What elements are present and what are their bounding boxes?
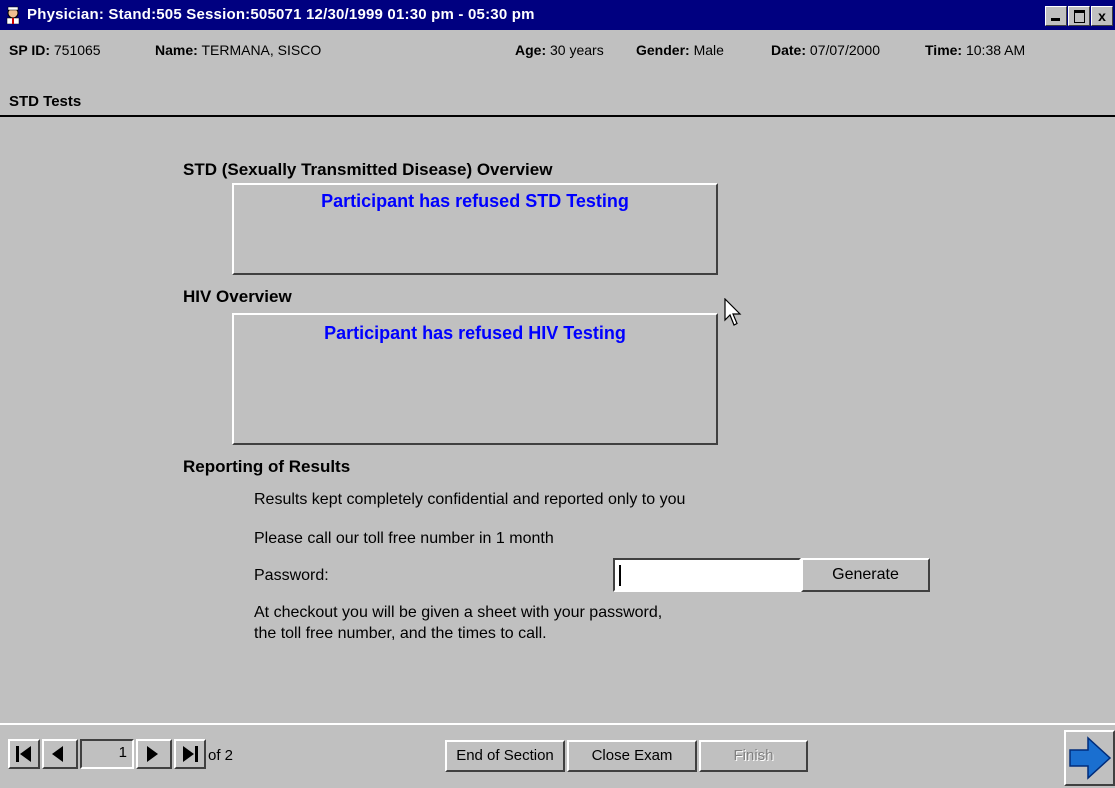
sp-id-value: 751065 bbox=[53, 42, 101, 58]
gender-label: Gender: bbox=[636, 42, 690, 58]
call-instruction-text: Please call our toll free number in 1 mo… bbox=[254, 530, 554, 547]
close-exam-button[interactable]: Close Exam bbox=[567, 740, 697, 772]
finish-button[interactable]: Finish bbox=[699, 740, 808, 772]
close-button[interactable]: x bbox=[1091, 6, 1113, 26]
generate-button[interactable]: Generate bbox=[801, 558, 930, 592]
close-icon: x bbox=[1098, 8, 1106, 24]
confidentiality-text: Results kept completely confidential and… bbox=[254, 491, 686, 508]
page-number-input[interactable]: 1 bbox=[80, 739, 134, 769]
first-page-icon bbox=[16, 746, 31, 762]
maximize-button[interactable] bbox=[1068, 6, 1090, 26]
window-controls: x bbox=[1044, 6, 1113, 26]
date-field: Date: 07/07/2000 bbox=[771, 42, 880, 58]
arrow-right-icon bbox=[1069, 736, 1112, 780]
first-page-button[interactable] bbox=[8, 739, 40, 769]
date-value: 07/07/2000 bbox=[809, 42, 880, 58]
std-overview-box: Participant has refused STD Testing bbox=[232, 183, 718, 275]
sp-id-label: SP ID: bbox=[9, 42, 50, 58]
std-status-message: Participant has refused STD Testing bbox=[321, 191, 629, 211]
page-count-label: of 2 bbox=[208, 747, 234, 764]
divider bbox=[0, 115, 1115, 117]
checkout-note-line2: the toll free number, and the times to c… bbox=[254, 625, 547, 642]
std-overview-heading: STD (Sexually Transmitted Disease) Overv… bbox=[183, 160, 553, 179]
reporting-heading: Reporting of Results bbox=[183, 457, 351, 476]
time-label: Time: bbox=[925, 42, 963, 58]
name-label: Name: bbox=[155, 42, 198, 58]
hiv-status-message: Participant has refused HIV Testing bbox=[324, 323, 626, 343]
sp-id-field: SP ID: 751065 bbox=[9, 42, 101, 58]
age-field: Age: 30 years bbox=[515, 42, 604, 58]
minimize-button[interactable] bbox=[1045, 6, 1067, 26]
title-bar: Physician: Stand:505 Session:505071 12/3… bbox=[0, 0, 1115, 30]
next-section-button[interactable] bbox=[1064, 730, 1115, 786]
time-field: Time: 10:38 AM bbox=[925, 42, 1025, 58]
previous-page-icon bbox=[52, 746, 63, 762]
window-title: Physician: Stand:505 Session:505071 12/3… bbox=[27, 6, 535, 23]
next-page-button[interactable] bbox=[136, 739, 172, 769]
age-value: 30 years bbox=[550, 42, 604, 58]
hiv-overview-box: Participant has refused HIV Testing bbox=[232, 313, 718, 445]
name-value: TERMANA, SISCO bbox=[201, 42, 322, 58]
hiv-overview-heading: HIV Overview bbox=[183, 287, 292, 306]
password-input[interactable] bbox=[613, 558, 801, 592]
mouse-cursor-icon bbox=[724, 298, 742, 326]
previous-page-button[interactable] bbox=[42, 739, 78, 769]
checkout-note-line1: At checkout you will be given a sheet wi… bbox=[254, 604, 663, 621]
end-of-section-button[interactable]: End of Section bbox=[445, 740, 565, 772]
footer-divider bbox=[0, 723, 1115, 725]
section-title: STD Tests bbox=[9, 93, 82, 110]
text-caret bbox=[619, 565, 621, 586]
date-label: Date: bbox=[771, 42, 807, 58]
password-label: Password: bbox=[254, 567, 329, 584]
app-icon bbox=[6, 6, 20, 24]
gender-field: Gender: Male bbox=[636, 42, 724, 58]
time-value: 10:38 AM bbox=[965, 42, 1026, 58]
gender-value: Male bbox=[693, 42, 724, 58]
age-label: Age: bbox=[515, 42, 547, 58]
patient-info-bar: SP ID: 751065 Name: TERMANA, SISCO Age: … bbox=[0, 38, 1115, 62]
last-page-icon bbox=[183, 746, 198, 762]
name-field: Name: TERMANA, SISCO bbox=[155, 42, 321, 58]
next-page-icon bbox=[147, 746, 158, 762]
last-page-button[interactable] bbox=[174, 739, 206, 769]
